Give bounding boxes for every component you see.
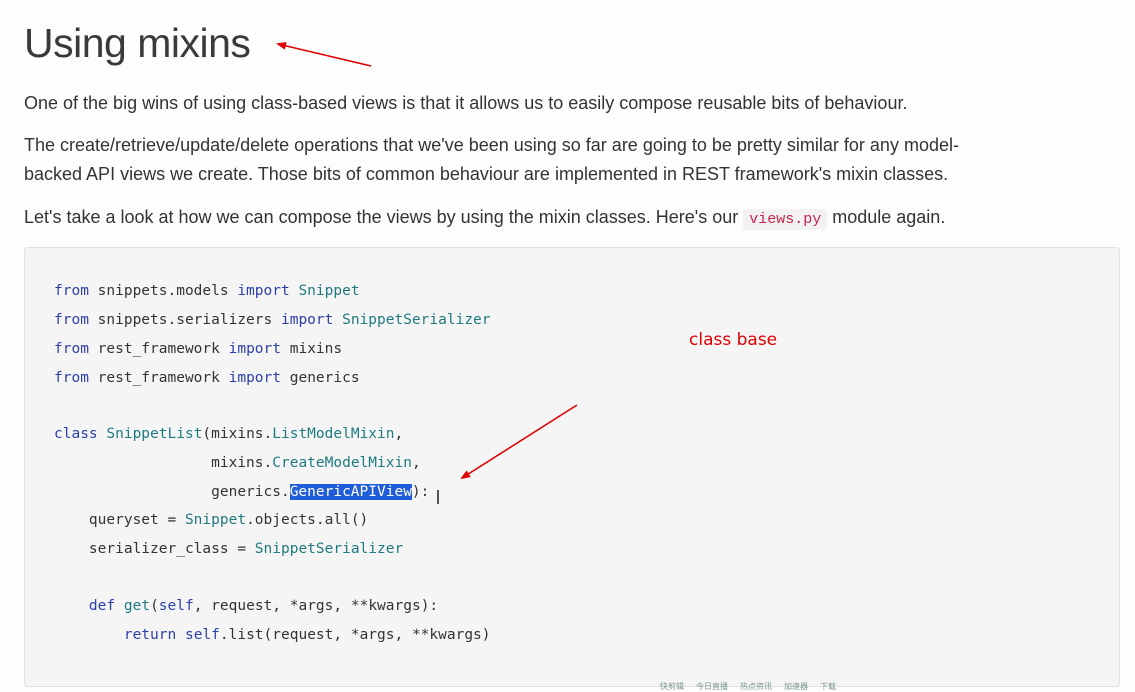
toolbar-item[interactable]: 下载 (820, 681, 836, 692)
annotation-arrows (276, 41, 578, 480)
toolbar-item[interactable]: 今日直播 (696, 681, 728, 692)
toolbar-item[interactable]: 快剪辑 (660, 681, 684, 692)
toolbar-item[interactable]: 加速器 (784, 681, 808, 692)
toolbar-item[interactable]: 热点资讯 (740, 681, 772, 692)
player-toolbar: 快剪辑 今日直播 热点资讯 加速器 下载 (660, 680, 1135, 692)
code-arrow (460, 404, 578, 480)
title-arrow (276, 41, 372, 67)
